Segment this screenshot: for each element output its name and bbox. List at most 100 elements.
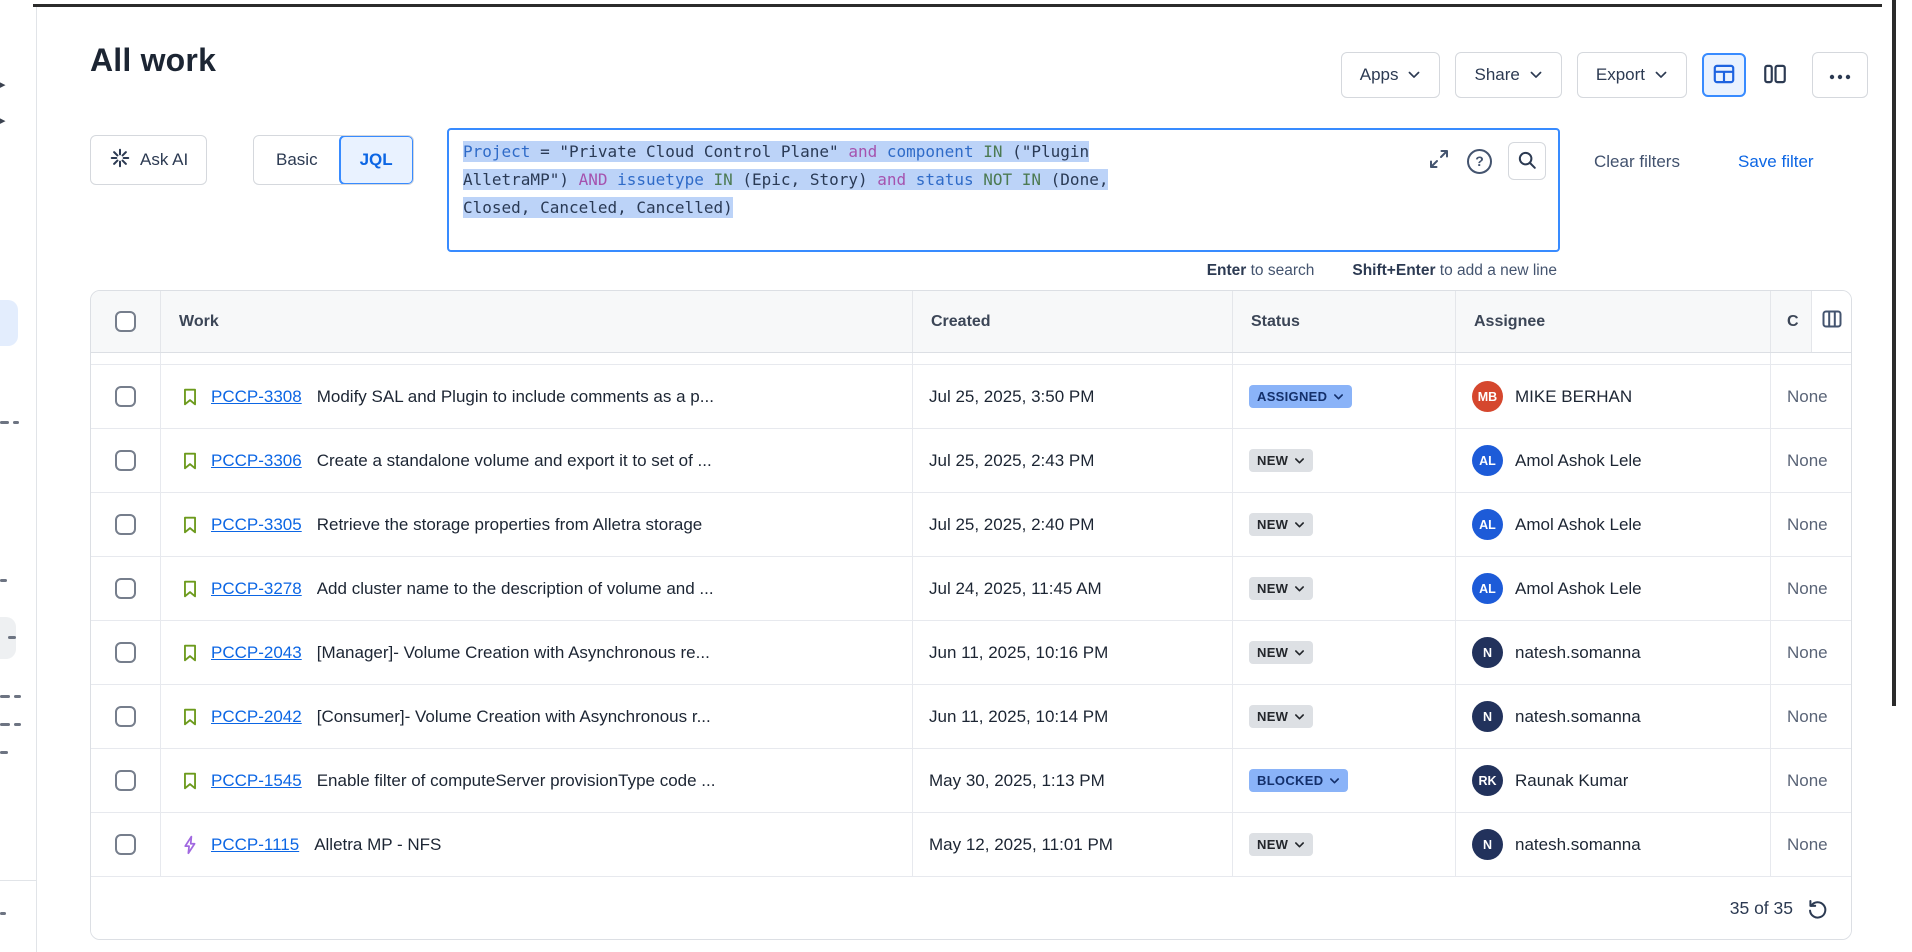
issue-key-link[interactable]: PCCP-1545 (211, 771, 302, 791)
status-badge[interactable]: NEW (1249, 833, 1313, 856)
row-checkbox[interactable] (115, 834, 136, 855)
more-actions-button[interactable] (1812, 52, 1868, 98)
assignee-cell[interactable]: ALAmol Ashok Lele (1456, 557, 1771, 620)
chevron-right-icon[interactable]: ▸ (0, 111, 6, 129)
created-cell: Jul 25, 2025, 2:43 PM (913, 429, 1233, 492)
row-checkbox[interactable] (115, 706, 136, 727)
extra-field-cell[interactable]: None (1771, 749, 1851, 812)
column-header-extra-label[interactable]: C (1771, 313, 1811, 331)
assignee-cell[interactable]: Nnatesh.somanna (1456, 813, 1771, 876)
clear-filters-button[interactable]: Clear filters (1594, 152, 1680, 172)
issue-key-link[interactable]: PCCP-3308 (211, 387, 302, 407)
assignee-cell[interactable]: ALAmol Ashok Lele (1456, 429, 1771, 492)
row-select-cell[interactable] (91, 813, 161, 876)
issue-key-link[interactable]: PCCP-1115 (211, 835, 299, 855)
issue-summary[interactable]: Alletra MP - NFS (314, 835, 441, 855)
table-row[interactable]: PCCP-1545 Enable filter of computeServer … (91, 749, 1851, 813)
refresh-icon[interactable] (1806, 897, 1829, 920)
table-row[interactable]: PCCP-3305 Retrieve the storage properties… (91, 493, 1851, 557)
assignee-cell[interactable]: Nnatesh.somanna (1456, 621, 1771, 684)
ask-ai-button[interactable]: Ask AI (90, 135, 207, 185)
jql-mode-button[interactable]: JQL (339, 135, 414, 185)
issue-summary[interactable]: Add cluster name to the description of v… (317, 579, 714, 599)
save-filter-link[interactable]: Save filter (1738, 152, 1814, 172)
column-header-assignee[interactable]: Assignee (1456, 291, 1771, 352)
export-button[interactable]: Export (1577, 52, 1687, 98)
extra-field-cell[interactable]: None (1771, 621, 1851, 684)
row-select-cell[interactable] (91, 621, 161, 684)
extra-field-cell[interactable]: None (1771, 557, 1851, 620)
issue-key-link[interactable]: PCCP-3306 (211, 451, 302, 471)
search-button[interactable] (1508, 142, 1546, 180)
row-checkbox[interactable] (115, 642, 136, 663)
row-checkbox[interactable] (115, 514, 136, 535)
extra-field-cell[interactable]: None (1771, 493, 1851, 556)
status-badge[interactable]: NEW (1249, 577, 1313, 600)
table-row[interactable]: PCCP-2043 [Manager]- Volume Creation with… (91, 621, 1851, 685)
assignee-name: Amol Ashok Lele (1515, 515, 1642, 535)
sidebar-item-active[interactable] (0, 300, 18, 346)
row-checkbox[interactable] (115, 450, 136, 471)
extra-field-cell[interactable]: None (1771, 365, 1851, 428)
issue-key-link[interactable]: PCCP-3278 (211, 579, 302, 599)
issue-summary[interactable]: [Consumer]- Volume Creation with Asynchr… (317, 707, 711, 727)
row-select-cell[interactable] (91, 493, 161, 556)
jql-query-input[interactable]: Project = "Private Cloud Control Plane" … (447, 128, 1560, 252)
column-header-status[interactable]: Status (1233, 291, 1456, 352)
row-select-cell[interactable] (91, 365, 161, 428)
basic-mode-button[interactable]: Basic (254, 136, 340, 184)
extra-field-cell[interactable]: None (1771, 685, 1851, 748)
assignee-cell[interactable]: RKRaunak Kumar (1456, 749, 1771, 812)
row-select-cell[interactable] (91, 749, 161, 812)
chevron-right-icon[interactable]: ▸ (0, 75, 6, 93)
row-checkbox[interactable] (115, 770, 136, 791)
assignee-cell[interactable]: Nnatesh.somanna (1456, 685, 1771, 748)
story-icon (179, 770, 201, 792)
issue-summary[interactable]: [Manager]- Volume Creation with Asynchro… (317, 643, 710, 663)
status-badge[interactable]: NEW (1249, 513, 1313, 536)
extra-field-cell[interactable]: None (1771, 429, 1851, 492)
select-all-checkbox[interactable] (115, 311, 136, 332)
status-badge[interactable]: BLOCKED (1249, 769, 1348, 792)
work-cell: PCCP-1545 Enable filter of computeServer … (161, 749, 913, 812)
issue-key-link[interactable]: PCCP-2043 (211, 643, 302, 663)
configure-columns-button[interactable] (1811, 291, 1851, 352)
table-row[interactable]: PCCP-3308 Modify SAL and Plugin to includ… (91, 365, 1851, 429)
status-badge[interactable]: NEW (1249, 641, 1313, 664)
column-header-work[interactable]: Work (161, 291, 913, 352)
issue-summary[interactable]: Create a standalone volume and export it… (317, 451, 712, 471)
issue-key-link[interactable]: PCCP-2042 (211, 707, 302, 727)
assignee-name: natesh.somanna (1515, 835, 1641, 855)
issue-key-link[interactable]: PCCP-3305 (211, 515, 302, 535)
column-header-created[interactable]: Created (913, 291, 1233, 352)
expand-icon[interactable] (1427, 147, 1451, 176)
issue-summary[interactable]: Retrieve the storage properties from All… (317, 515, 703, 535)
status-badge[interactable]: NEW (1249, 449, 1313, 472)
row-checkbox[interactable] (115, 578, 136, 599)
extra-field-cell[interactable]: None (1771, 813, 1851, 876)
status-badge[interactable]: NEW (1249, 705, 1313, 728)
issue-summary[interactable]: Modify SAL and Plugin to include comment… (317, 387, 714, 407)
row-select-cell[interactable] (91, 557, 161, 620)
row-select-cell[interactable] (91, 685, 161, 748)
table-row[interactable]: PCCP-3306 Create a standalone volume and … (91, 429, 1851, 493)
assignee-cell[interactable]: MBMIKE BERHAN (1456, 365, 1771, 428)
apps-button[interactable]: Apps (1341, 52, 1441, 98)
table-row[interactable]: PCCP-1115Alletra MP - NFSMay 12, 2025, 1… (91, 813, 1851, 877)
share-button[interactable]: Share (1455, 52, 1561, 98)
assignee-cell[interactable]: ALAmol Ashok Lele (1456, 493, 1771, 556)
detail-view-button[interactable] (1753, 53, 1797, 97)
row-checkbox[interactable] (115, 386, 136, 407)
table-row[interactable]: PCCP-2042 [Consumer]- Volume Creation wit… (91, 685, 1851, 749)
row-select-cell[interactable] (91, 429, 161, 492)
view-toggle (1702, 53, 1797, 97)
issue-summary[interactable]: Enable filter of computeServer provision… (317, 771, 716, 791)
assignee-name: Raunak Kumar (1515, 771, 1628, 791)
help-icon[interactable]: ? (1467, 149, 1492, 174)
table-row[interactable]: PCCP-3278 Add cluster name to the descrip… (91, 557, 1851, 621)
status-cell: NEW (1233, 813, 1456, 876)
jql-input-actions: ? (1427, 142, 1546, 180)
select-all-cell[interactable] (91, 291, 161, 352)
status-badge[interactable]: ASSIGNED (1249, 385, 1352, 408)
list-view-button[interactable] (1702, 53, 1746, 97)
